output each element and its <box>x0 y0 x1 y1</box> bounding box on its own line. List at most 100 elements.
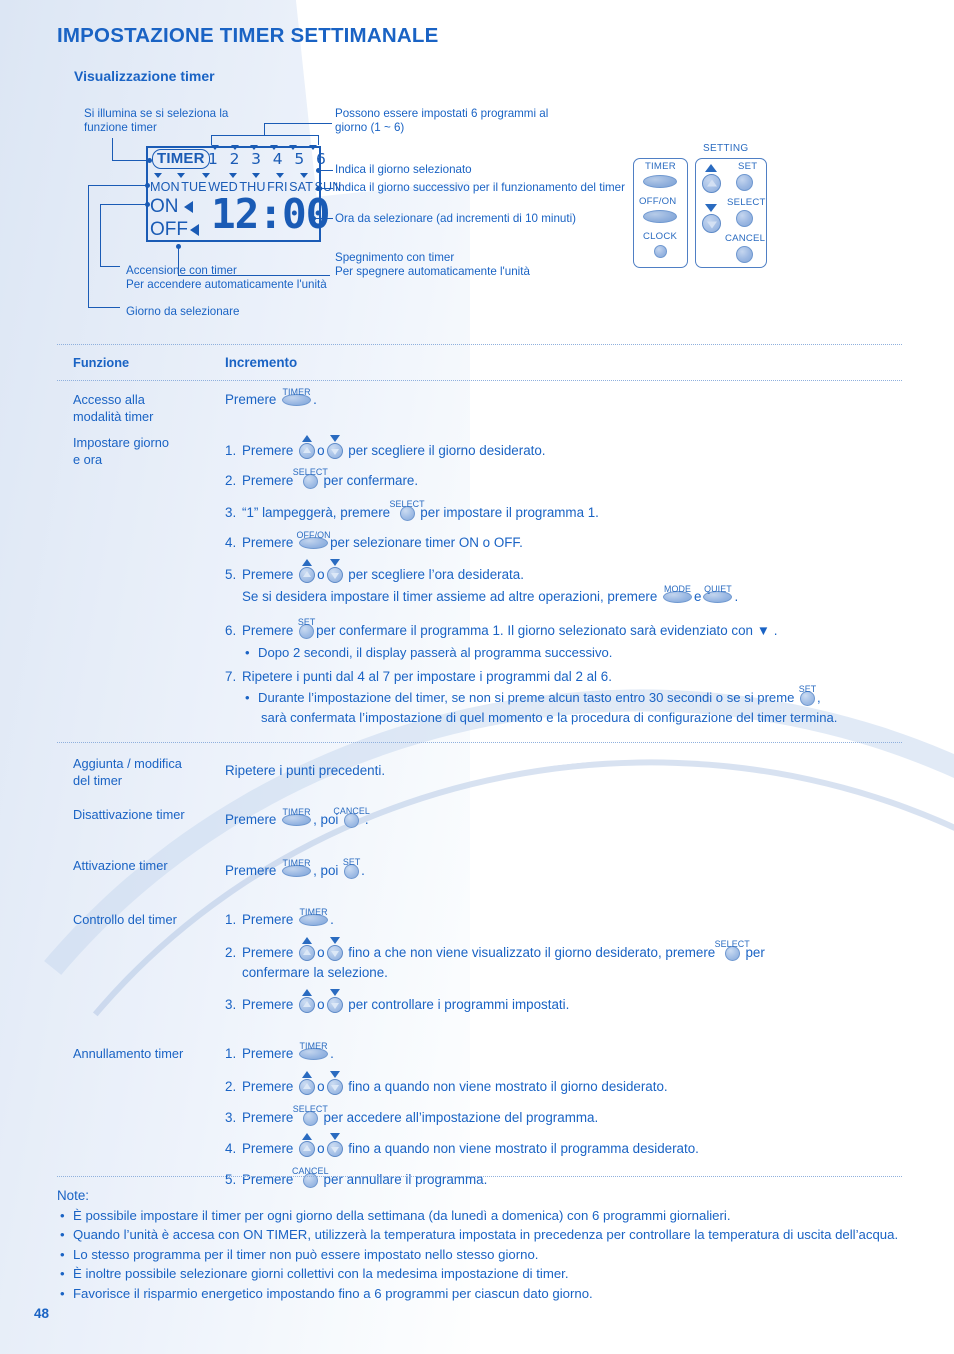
note-item: Lo stesso programma per il timer non può… <box>57 1246 927 1265</box>
callout-line-on-v <box>100 204 102 266</box>
lcd-program-numbers: 1 2 3 4 5 6 <box>208 150 330 168</box>
step-text: Premere <box>242 535 294 550</box>
remote-clock-label: CLOCK <box>643 231 678 242</box>
remote-clock-button[interactable] <box>654 245 667 258</box>
callout-dot-on <box>145 202 150 207</box>
row-label-controllo: Controllo del timer <box>73 912 177 927</box>
remote-cancel-button[interactable] <box>736 246 753 263</box>
timer-button-icon[interactable]: TIMER <box>299 907 329 927</box>
row-content-disattivazione: Premere TIMER, poi CANCEL . <box>225 805 902 837</box>
callout-six-programs: Possono essere impostati 6 programmi al … <box>335 107 549 135</box>
step-text-mid: , poi <box>313 863 339 878</box>
step-number: 2. <box>225 473 237 488</box>
step-number: 6. <box>225 623 237 638</box>
note-item: Favorisce il risparmio energetico impost… <box>57 1285 927 1304</box>
table-header-incremento: Incremento <box>225 355 298 370</box>
row-label-annullamento: Annullamento timer <box>73 1046 184 1061</box>
timer-button-icon[interactable]: TIMER <box>282 387 312 407</box>
timer-button-icon[interactable]: TIMER <box>282 858 312 878</box>
callout-line-programs-v2 <box>318 135 320 145</box>
manual-page: IMPOSTAZIONE TIMER SETTIMANALE Visualizz… <box>0 0 954 1354</box>
step-text-after: per annullare il programma. <box>323 1172 488 1187</box>
instructions-table: Funzione Incremento Accesso alla modalit… <box>57 344 902 1203</box>
offon-button-icon[interactable]: OFF/ON <box>297 530 331 550</box>
step-text: Ripetere i punti dal 4 al 7 per impostar… <box>242 669 612 684</box>
set-button-icon[interactable]: SET <box>799 684 816 707</box>
callout-hour-select: Ora da selezionare (ad incrementi di 10 … <box>335 212 577 225</box>
up-arrow-button-icon[interactable] <box>299 1133 316 1158</box>
callout-next-day: Indica il giorno successivo per il funzi… <box>335 181 625 194</box>
up-arrow-button-icon[interactable] <box>299 1071 316 1096</box>
set-button-label: SET <box>798 684 817 695</box>
timer-button-icon[interactable]: TIMER <box>282 807 312 827</box>
set-button-icon[interactable]: SET <box>298 617 315 639</box>
lcd-day-tue: TUE <box>181 180 207 194</box>
up-arrow-button-icon[interactable] <box>299 989 316 1014</box>
cancel-button-label: CANCEL <box>292 1165 329 1176</box>
remote-set-button[interactable] <box>736 174 753 191</box>
quiet-button-icon[interactable]: QUIET <box>703 584 733 604</box>
select-button-icon[interactable]: SELECT <box>390 499 425 521</box>
remote-offon-button[interactable] <box>643 210 677 223</box>
callout-line-on-bottom <box>100 266 120 268</box>
mode-button-icon[interactable]: MODE <box>663 584 693 604</box>
step-text: Premere <box>225 392 277 407</box>
set-button-label: SET <box>342 856 361 867</box>
cancel-button-icon[interactable]: CANCEL <box>333 806 370 828</box>
step-text: Premere <box>242 1046 294 1061</box>
step-number: 2. <box>225 945 237 960</box>
step-number: 1. <box>225 443 237 458</box>
down-arrow-button-icon[interactable] <box>326 1071 343 1096</box>
step-text-after: per confermare il programma 1. Il giorno… <box>316 623 778 638</box>
callout-line-on-h <box>100 204 148 206</box>
down-arrow-button-icon[interactable] <box>326 1133 343 1158</box>
down-arrow-button-icon[interactable] <box>326 937 343 962</box>
set-button-icon[interactable]: SET <box>343 857 360 879</box>
callout-line-next-day <box>319 188 333 190</box>
conj-o: o <box>317 997 325 1012</box>
remote-up-button[interactable] <box>702 174 721 193</box>
table-row: Accesso alla modalità timer Premere TIME… <box>57 381 902 431</box>
up-arrow-button-icon[interactable] <box>299 435 316 460</box>
up-arrow-button-icon[interactable] <box>299 937 316 962</box>
callout-day-select: Giorno da selezionare <box>126 305 240 318</box>
table-header-row: Funzione Incremento <box>57 345 902 380</box>
offon-button-label: OFF/ON <box>296 530 331 541</box>
up-arrow-button-icon[interactable] <box>299 559 316 584</box>
step-text: Premere <box>242 1110 294 1125</box>
step-text-after: per accedere all’impostazione del progra… <box>323 1110 599 1125</box>
step-number: 2. <box>225 1079 237 1094</box>
step-text-after: per controllare i programmi impostati. <box>348 997 570 1012</box>
timer-button-icon[interactable]: TIMER <box>299 1041 329 1061</box>
step-text: “1” lampeggerà, premere <box>242 505 391 520</box>
step-line2-text: Se si desidera impostare il timer assiem… <box>242 589 658 604</box>
callout-line-day-h <box>88 185 148 187</box>
select-button-icon[interactable]: SELECT <box>715 939 750 961</box>
select-button-label: SELECT <box>389 498 425 509</box>
lcd-off-label: OFF <box>150 219 188 240</box>
conj-o: o <box>317 443 325 458</box>
note-item: Quando l’unità è accesa con ON TIMER, ut… <box>57 1226 927 1245</box>
table-row: Attivazione timer Premere TIMER, poi SET… <box>57 843 902 894</box>
row-label-accesso: Accesso alla modalità timer <box>73 392 154 424</box>
step-text: Ripetere i punti precedenti. <box>225 763 386 778</box>
lcd-day-markers <box>152 173 308 178</box>
step-text: Premere <box>225 812 277 827</box>
remote-select-button[interactable] <box>736 210 753 227</box>
down-arrow-button-icon[interactable] <box>326 989 343 1014</box>
down-arrow-button-icon[interactable] <box>326 435 343 460</box>
mode-button-label: MODE <box>664 584 692 595</box>
step-number: 7. <box>225 669 237 684</box>
timer-button-label: TIMER <box>282 858 311 869</box>
quiet-button-label: QUIET <box>704 584 732 595</box>
remote-timer-button[interactable] <box>643 175 677 188</box>
callout-timer-on: Accensione con timer Per accendere autom… <box>126 264 327 292</box>
row-content-accesso: Premere TIMER. <box>225 387 902 425</box>
remote-down-button[interactable] <box>702 214 721 233</box>
set-button-label: SET <box>297 616 316 627</box>
lcd-timer-indicator: TIMER <box>152 149 210 169</box>
select-button-icon[interactable]: SELECT <box>293 1104 328 1126</box>
down-arrow-button-icon[interactable] <box>326 559 343 584</box>
conj-e: e <box>694 589 702 604</box>
select-button-icon[interactable]: SELECT <box>293 467 328 489</box>
